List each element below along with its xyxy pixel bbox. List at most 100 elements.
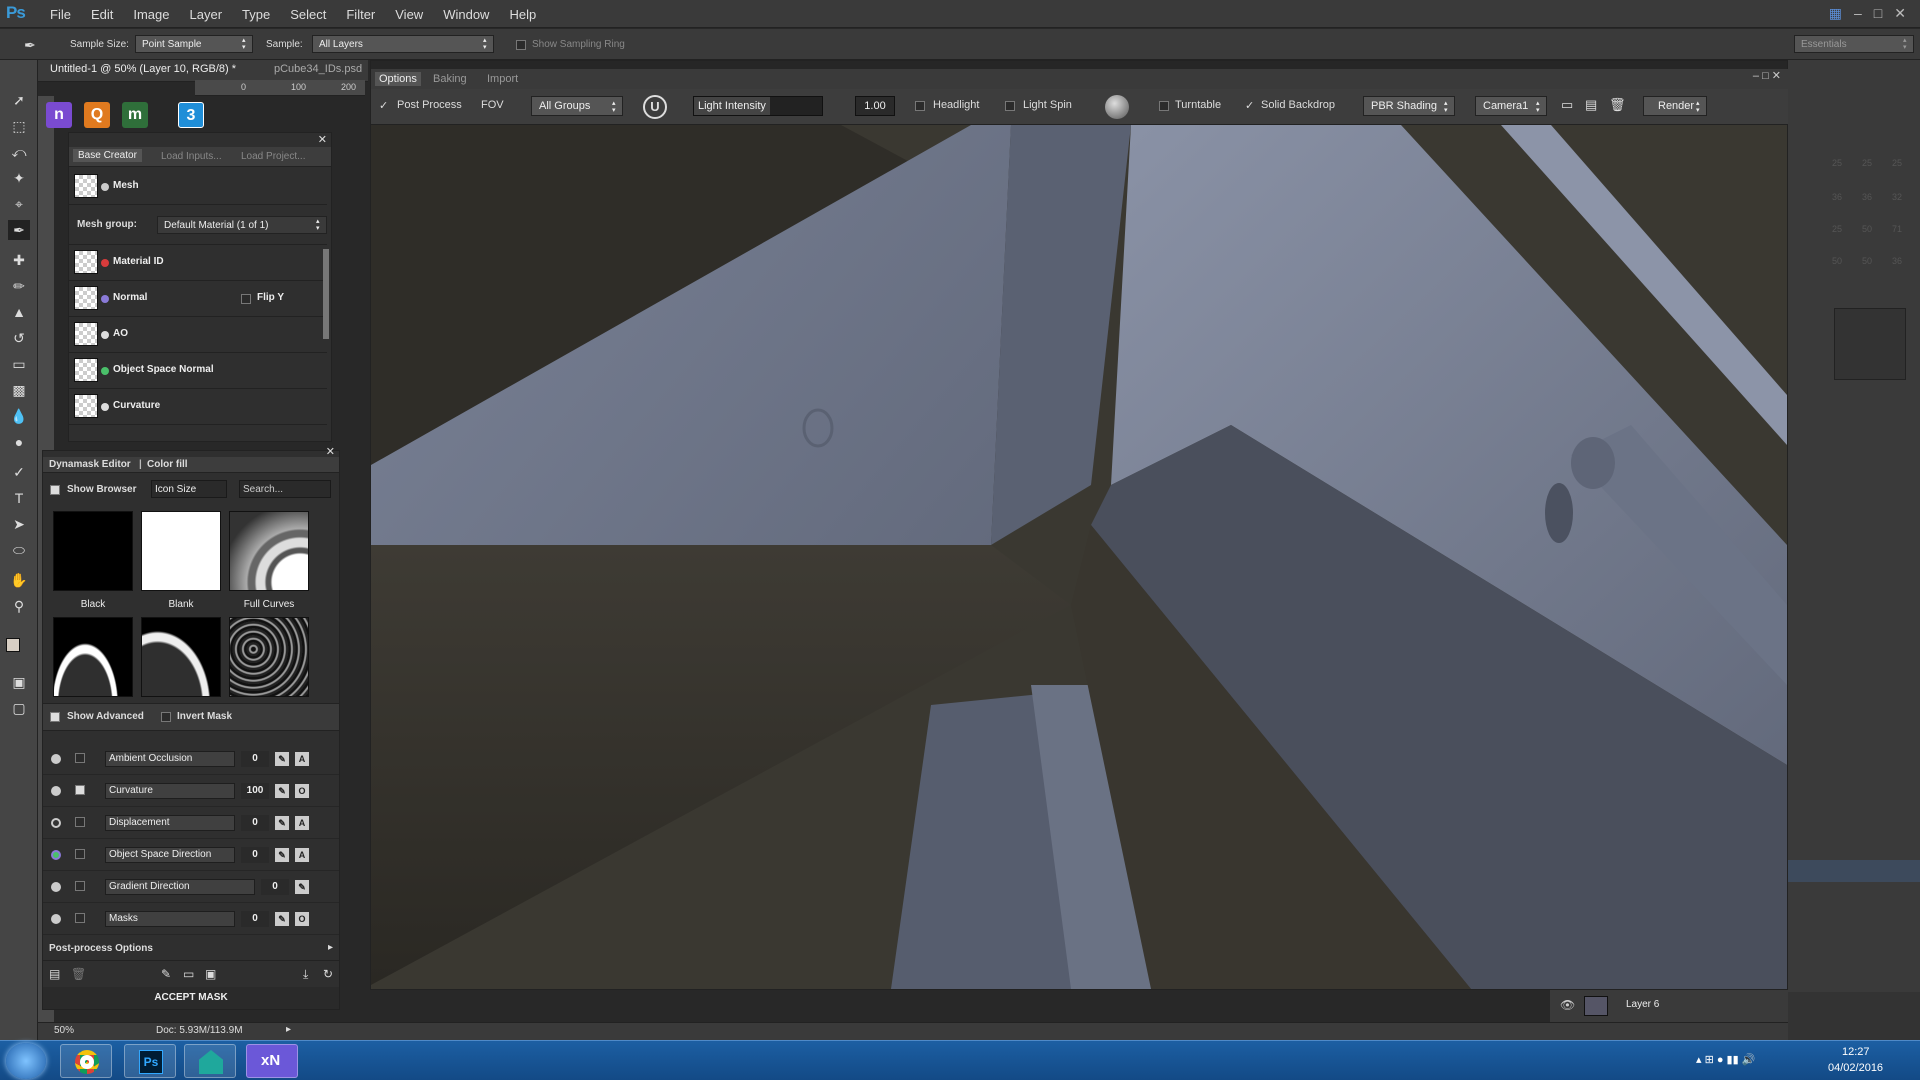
- path-select-icon[interactable]: ➤: [8, 514, 30, 534]
- blur-tool-icon[interactable]: 💧: [8, 406, 30, 426]
- post-process-toggle[interactable]: Post Process: [397, 99, 462, 111]
- mask-layer-row[interactable]: Curvature 100 ✎ O: [43, 775, 339, 807]
- layer-value[interactable]: 0: [241, 751, 269, 767]
- crop-tool-icon[interactable]: ⌖: [8, 194, 30, 214]
- menu-select[interactable]: Select: [280, 7, 336, 22]
- workspace-select[interactable]: Essentials: [1794, 35, 1914, 53]
- layer-name[interactable]: Curvature: [105, 783, 235, 799]
- close-button[interactable]: ✕: [1894, 5, 1906, 22]
- turntable-checkbox[interactable]: [1159, 101, 1169, 111]
- show-browser-checkbox[interactable]: [50, 485, 60, 495]
- taskbar-chrome[interactable]: [60, 1044, 112, 1078]
- doc-tab-untitled[interactable]: Untitled-1 @ 50% (Layer 10, RGB/8) *: [50, 63, 236, 75]
- solid-backdrop-toggle[interactable]: Solid Backdrop: [1261, 99, 1335, 111]
- menu-view[interactable]: View: [385, 7, 433, 22]
- mask-layer-row[interactable]: Masks 0 ✎ O: [43, 903, 339, 935]
- viewport-window-controls[interactable]: – □ ✕: [1753, 69, 1781, 82]
- post-process-row[interactable]: Post-process Options ▸: [43, 937, 339, 961]
- stamp-tool-icon[interactable]: ▲: [8, 302, 30, 322]
- start-button[interactable]: [6, 1043, 46, 1079]
- move-tool-icon[interactable]: ➚: [8, 90, 30, 110]
- mask-layer-row[interactable]: Ambient Occlusion 0 ✎ A: [43, 743, 339, 775]
- tab-options[interactable]: Options: [375, 72, 421, 86]
- taskbar-photoshop[interactable]: Ps: [124, 1044, 176, 1078]
- type-tool-icon[interactable]: T: [8, 488, 30, 508]
- visibility-icon[interactable]: [51, 914, 61, 924]
- new-mask-icon[interactable]: ▤: [49, 967, 60, 981]
- ellipse-tool-icon[interactable]: ⬭: [8, 540, 30, 560]
- base-creator-scrollbar[interactable]: [323, 249, 329, 339]
- expand-icon[interactable]: ▸: [328, 942, 333, 953]
- map-row-curvature[interactable]: Curvature: [69, 389, 327, 425]
- tab-import[interactable]: Import: [487, 73, 518, 85]
- sample-size-select[interactable]: Point Sample: [135, 35, 253, 53]
- mask-layer-row[interactable]: Displacement 0 ✎ A: [43, 807, 339, 839]
- mask-layer-row[interactable]: Object Space Direction 0 ✎ A: [43, 839, 339, 871]
- menu-type[interactable]: Type: [232, 7, 280, 22]
- layer-name[interactable]: Ambient Occlusion: [105, 751, 235, 767]
- map-row-material-id[interactable]: Material ID: [69, 245, 327, 281]
- preset-edge-thumbnail[interactable]: [53, 617, 133, 697]
- tab-load-inputs[interactable]: Load Inputs...: [161, 151, 222, 162]
- layer-value[interactable]: 0: [261, 879, 289, 895]
- fov-menu[interactable]: FOV: [481, 99, 504, 111]
- pen-tool-icon[interactable]: ✓: [8, 462, 30, 482]
- ndo-plugin-icon[interactable]: n: [46, 102, 72, 128]
- hand-tool-icon[interactable]: ✋: [8, 570, 30, 590]
- layer-name[interactable]: Layer 6: [1626, 999, 1659, 1010]
- edit-icon[interactable]: ✎: [275, 752, 289, 766]
- doc-tab-pcube[interactable]: pCube34_IDs.psd: [274, 63, 362, 75]
- tab-base-creator[interactable]: Base Creator: [73, 149, 142, 162]
- layer-value[interactable]: 0: [241, 847, 269, 863]
- menu-window[interactable]: Window: [433, 7, 499, 22]
- groups-select[interactable]: All Groups: [531, 96, 623, 116]
- save-camera-icon[interactable]: ▤: [1585, 97, 1597, 113]
- taskbar-xnview[interactable]: xN: [246, 1044, 298, 1078]
- preset-edge2-thumbnail[interactable]: [141, 617, 221, 697]
- trash-icon[interactable]: 🗑: [71, 967, 86, 981]
- map-row-object-space-normal[interactable]: Object Space Normal: [69, 353, 327, 389]
- eyedropper-tool-icon[interactable]: ✒: [8, 220, 30, 240]
- preset-black-thumbnail[interactable]: [53, 511, 133, 591]
- maximize-button[interactable]: □: [1874, 5, 1882, 21]
- camera-select[interactable]: Camera1: [1475, 96, 1547, 116]
- layer-mode-button[interactable]: O: [295, 784, 309, 798]
- image-icon[interactable]: ▣: [205, 967, 216, 981]
- selected-layer-highlight[interactable]: [1788, 860, 1920, 882]
- environment-sphere-icon[interactable]: [1105, 95, 1129, 119]
- map-row-normal[interactable]: Normal Flip Y: [69, 281, 327, 317]
- layer-mode-button[interactable]: A: [295, 752, 309, 766]
- bucket-tool-icon[interactable]: ▩: [8, 380, 30, 400]
- sampling-ring-checkbox[interactable]: [516, 40, 526, 50]
- minimize-button[interactable]: –: [1854, 5, 1862, 21]
- menu-file[interactable]: File: [40, 7, 81, 22]
- solid-backdrop-check-icon[interactable]: ✓: [1245, 99, 1254, 112]
- system-tray-icons[interactable]: ▴ ⊞ ● ▮▮ 🔊: [1696, 1053, 1755, 1066]
- ddo-plugin-icon[interactable]: Q: [84, 102, 110, 128]
- invert-mask-checkbox[interactable]: [161, 712, 171, 722]
- download-icon[interactable]: ⤓: [303, 967, 308, 982]
- layer-value[interactable]: 0: [241, 911, 269, 927]
- visibility-icon[interactable]: [51, 818, 61, 828]
- zoom-level[interactable]: 50%: [54, 1025, 74, 1036]
- edit-icon[interactable]: ✎: [275, 816, 289, 830]
- history-brush-icon[interactable]: ↺: [8, 328, 30, 348]
- layer-mode-button[interactable]: O: [295, 912, 309, 926]
- visibility-icon[interactable]: [51, 850, 61, 860]
- post-process-check-icon[interactable]: ✓: [379, 99, 388, 112]
- color-fill-title[interactable]: Color fill: [147, 459, 188, 470]
- zoom-tool-icon[interactable]: ⚲: [8, 596, 30, 616]
- brush-icon[interactable]: ✎: [161, 967, 171, 981]
- quick-mask-icon[interactable]: ▣: [8, 672, 30, 692]
- mesh-row[interactable]: Mesh: [69, 169, 327, 205]
- menu-edit[interactable]: Edit: [81, 7, 123, 22]
- layer-name[interactable]: Masks: [105, 911, 235, 927]
- foreground-color-swatch[interactable]: [6, 638, 20, 652]
- new-camera-icon[interactable]: ▭: [1561, 97, 1573, 113]
- layer-mode-button[interactable]: A: [295, 816, 309, 830]
- light-intensity-slider[interactable]: Light Intensity: [693, 96, 823, 116]
- show-advanced-checkbox[interactable]: [50, 712, 60, 722]
- layer-row[interactable]: 👁 Layer 6: [1550, 990, 1788, 1022]
- eyedropper-icon[interactable]: ✒: [24, 37, 36, 54]
- layer-value[interactable]: 0: [241, 815, 269, 831]
